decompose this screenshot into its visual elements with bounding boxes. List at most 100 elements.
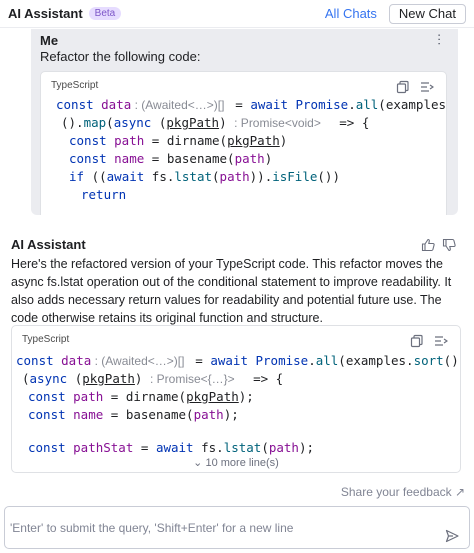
code-token: =	[187, 353, 211, 368]
code-line: ().map(async (pkgPath) : Promise<void> =…	[61, 114, 369, 132]
query-input[interactable]	[10, 513, 430, 543]
header-bar: AI Assistant Beta All Chats New Chat	[0, 0, 474, 28]
code-token: path	[114, 133, 145, 148]
code-line: return	[81, 186, 126, 204]
code-token: pkgPath	[186, 389, 239, 404]
code-token: data	[101, 97, 132, 112]
assistant-author: AI Assistant	[11, 237, 86, 252]
code-token: return	[81, 187, 127, 202]
code-token: (	[151, 115, 167, 130]
code-token: = basename(	[103, 407, 194, 422]
code-token: path	[73, 389, 104, 404]
beta-badge: Beta	[88, 7, 122, 20]
code-token: (	[212, 169, 220, 184]
code-token: ())	[317, 169, 340, 184]
code-token: : Promise<{…}>	[149, 372, 239, 386]
query-input-box	[4, 506, 470, 549]
code-language-label: TypeScript	[22, 334, 70, 345]
code-token: name	[73, 407, 104, 422]
thumbs-down-icon[interactable]	[442, 238, 456, 252]
code-line: const name = basename(path)	[69, 150, 272, 168]
code-token: async	[29, 371, 68, 386]
assistant-code-block: TypeScript const data : (Awaited<…>)[] =…	[11, 325, 461, 473]
code-token: =	[227, 97, 251, 112]
user-author: Me	[40, 33, 59, 48]
code-token: )	[219, 115, 235, 130]
more-lines-label: 10 more line(s)	[205, 457, 279, 469]
code-token: await	[210, 353, 256, 368]
code-token: path	[268, 440, 299, 455]
code-token: pathStat	[73, 440, 134, 455]
code-language-label: TypeScript	[51, 80, 99, 91]
code-token: : (Awaited<…>)[]	[131, 98, 228, 112]
code-line: const path = dirname(pkgPath);	[28, 388, 254, 406]
code-token: name	[114, 151, 145, 166]
send-icon[interactable]	[445, 529, 459, 543]
code-token: path	[193, 407, 224, 422]
copy-icon[interactable]	[410, 334, 424, 348]
code-token: isFile	[272, 169, 318, 184]
code-line: if ((await fs.lstat(path)).isFile())	[69, 168, 340, 186]
code-token: async	[113, 115, 152, 130]
code-token: const	[28, 440, 74, 455]
insert-icon[interactable]	[434, 334, 449, 348]
code-token: data	[61, 353, 92, 368]
copy-icon[interactable]	[396, 80, 410, 94]
thumbs-up-icon[interactable]	[421, 238, 435, 252]
code-token: const	[16, 353, 62, 368]
code-token: ().	[61, 115, 84, 130]
code-token: (examples.	[338, 353, 414, 368]
code-token: pkgPath	[227, 133, 280, 148]
code-token: )	[134, 371, 150, 386]
code-token: )).	[249, 169, 273, 184]
code-token: if	[69, 169, 92, 184]
code-line: const name = basename(path);	[28, 406, 239, 424]
code-token: const	[69, 133, 115, 148]
code-token: const	[69, 151, 115, 166]
code-token: pkgPath	[166, 115, 220, 130]
code-token: );	[238, 389, 254, 404]
code-token: (examples.	[378, 97, 447, 112]
code-token: await	[250, 97, 296, 112]
code-token: = basename(	[144, 151, 235, 166]
code-token: path	[219, 169, 250, 184]
code-token: const	[28, 407, 74, 422]
code-token: .	[348, 97, 356, 112]
code-token: )	[279, 133, 288, 148]
share-feedback-link[interactable]: Share your feedback ↗	[341, 485, 465, 499]
code-token: );	[223, 407, 239, 422]
new-chat-button[interactable]: New Chat	[388, 3, 466, 24]
code-token: sort	[413, 353, 444, 368]
code-token: path	[234, 151, 265, 166]
code-line: (async (pkgPath) : Promise<{…}> => {	[22, 370, 283, 388]
code-token: );	[298, 440, 315, 455]
code-token: const	[56, 97, 102, 112]
code-line: const data : (Awaited<…>)[] = await Prom…	[56, 96, 447, 114]
all-chats-link[interactable]: All Chats	[325, 6, 377, 21]
user-message: Me ⋯ Refactor the following code: TypeSc…	[31, 29, 458, 215]
chevron-down-icon: ⌄	[193, 457, 203, 469]
code-token: = dirname(	[144, 133, 228, 148]
code-token: Promise	[295, 97, 349, 112]
assistant-message-text: Here's the refactored version of your Ty…	[11, 257, 452, 325]
code-token: ((	[91, 169, 107, 184]
code-token: (	[261, 440, 269, 455]
code-token: => {	[238, 371, 284, 386]
code-token: )	[264, 151, 273, 166]
code-token: const	[28, 389, 74, 404]
user-code-block: TypeScript const data : (Awaited<…>)[] =…	[40, 71, 447, 215]
insert-icon[interactable]	[420, 80, 435, 94]
code-token: : Promise<void>	[234, 116, 325, 130]
code-token: lstat	[223, 440, 262, 455]
code-token: =	[133, 440, 156, 455]
code-token: Promise	[255, 353, 309, 368]
code-line: const pathStat = await fs.lstat(path);	[28, 439, 314, 457]
more-vertical-icon[interactable]: ⋯	[432, 33, 447, 46]
code-token: all	[315, 353, 339, 368]
code-token: all	[355, 97, 379, 112]
code-token: .	[308, 353, 316, 368]
expand-more-lines[interactable]: ⌄ 10 more line(s)	[12, 456, 460, 469]
code-token: await	[155, 440, 202, 455]
code-token: = dirname(	[103, 389, 187, 404]
app-title: AI Assistant	[8, 6, 83, 21]
